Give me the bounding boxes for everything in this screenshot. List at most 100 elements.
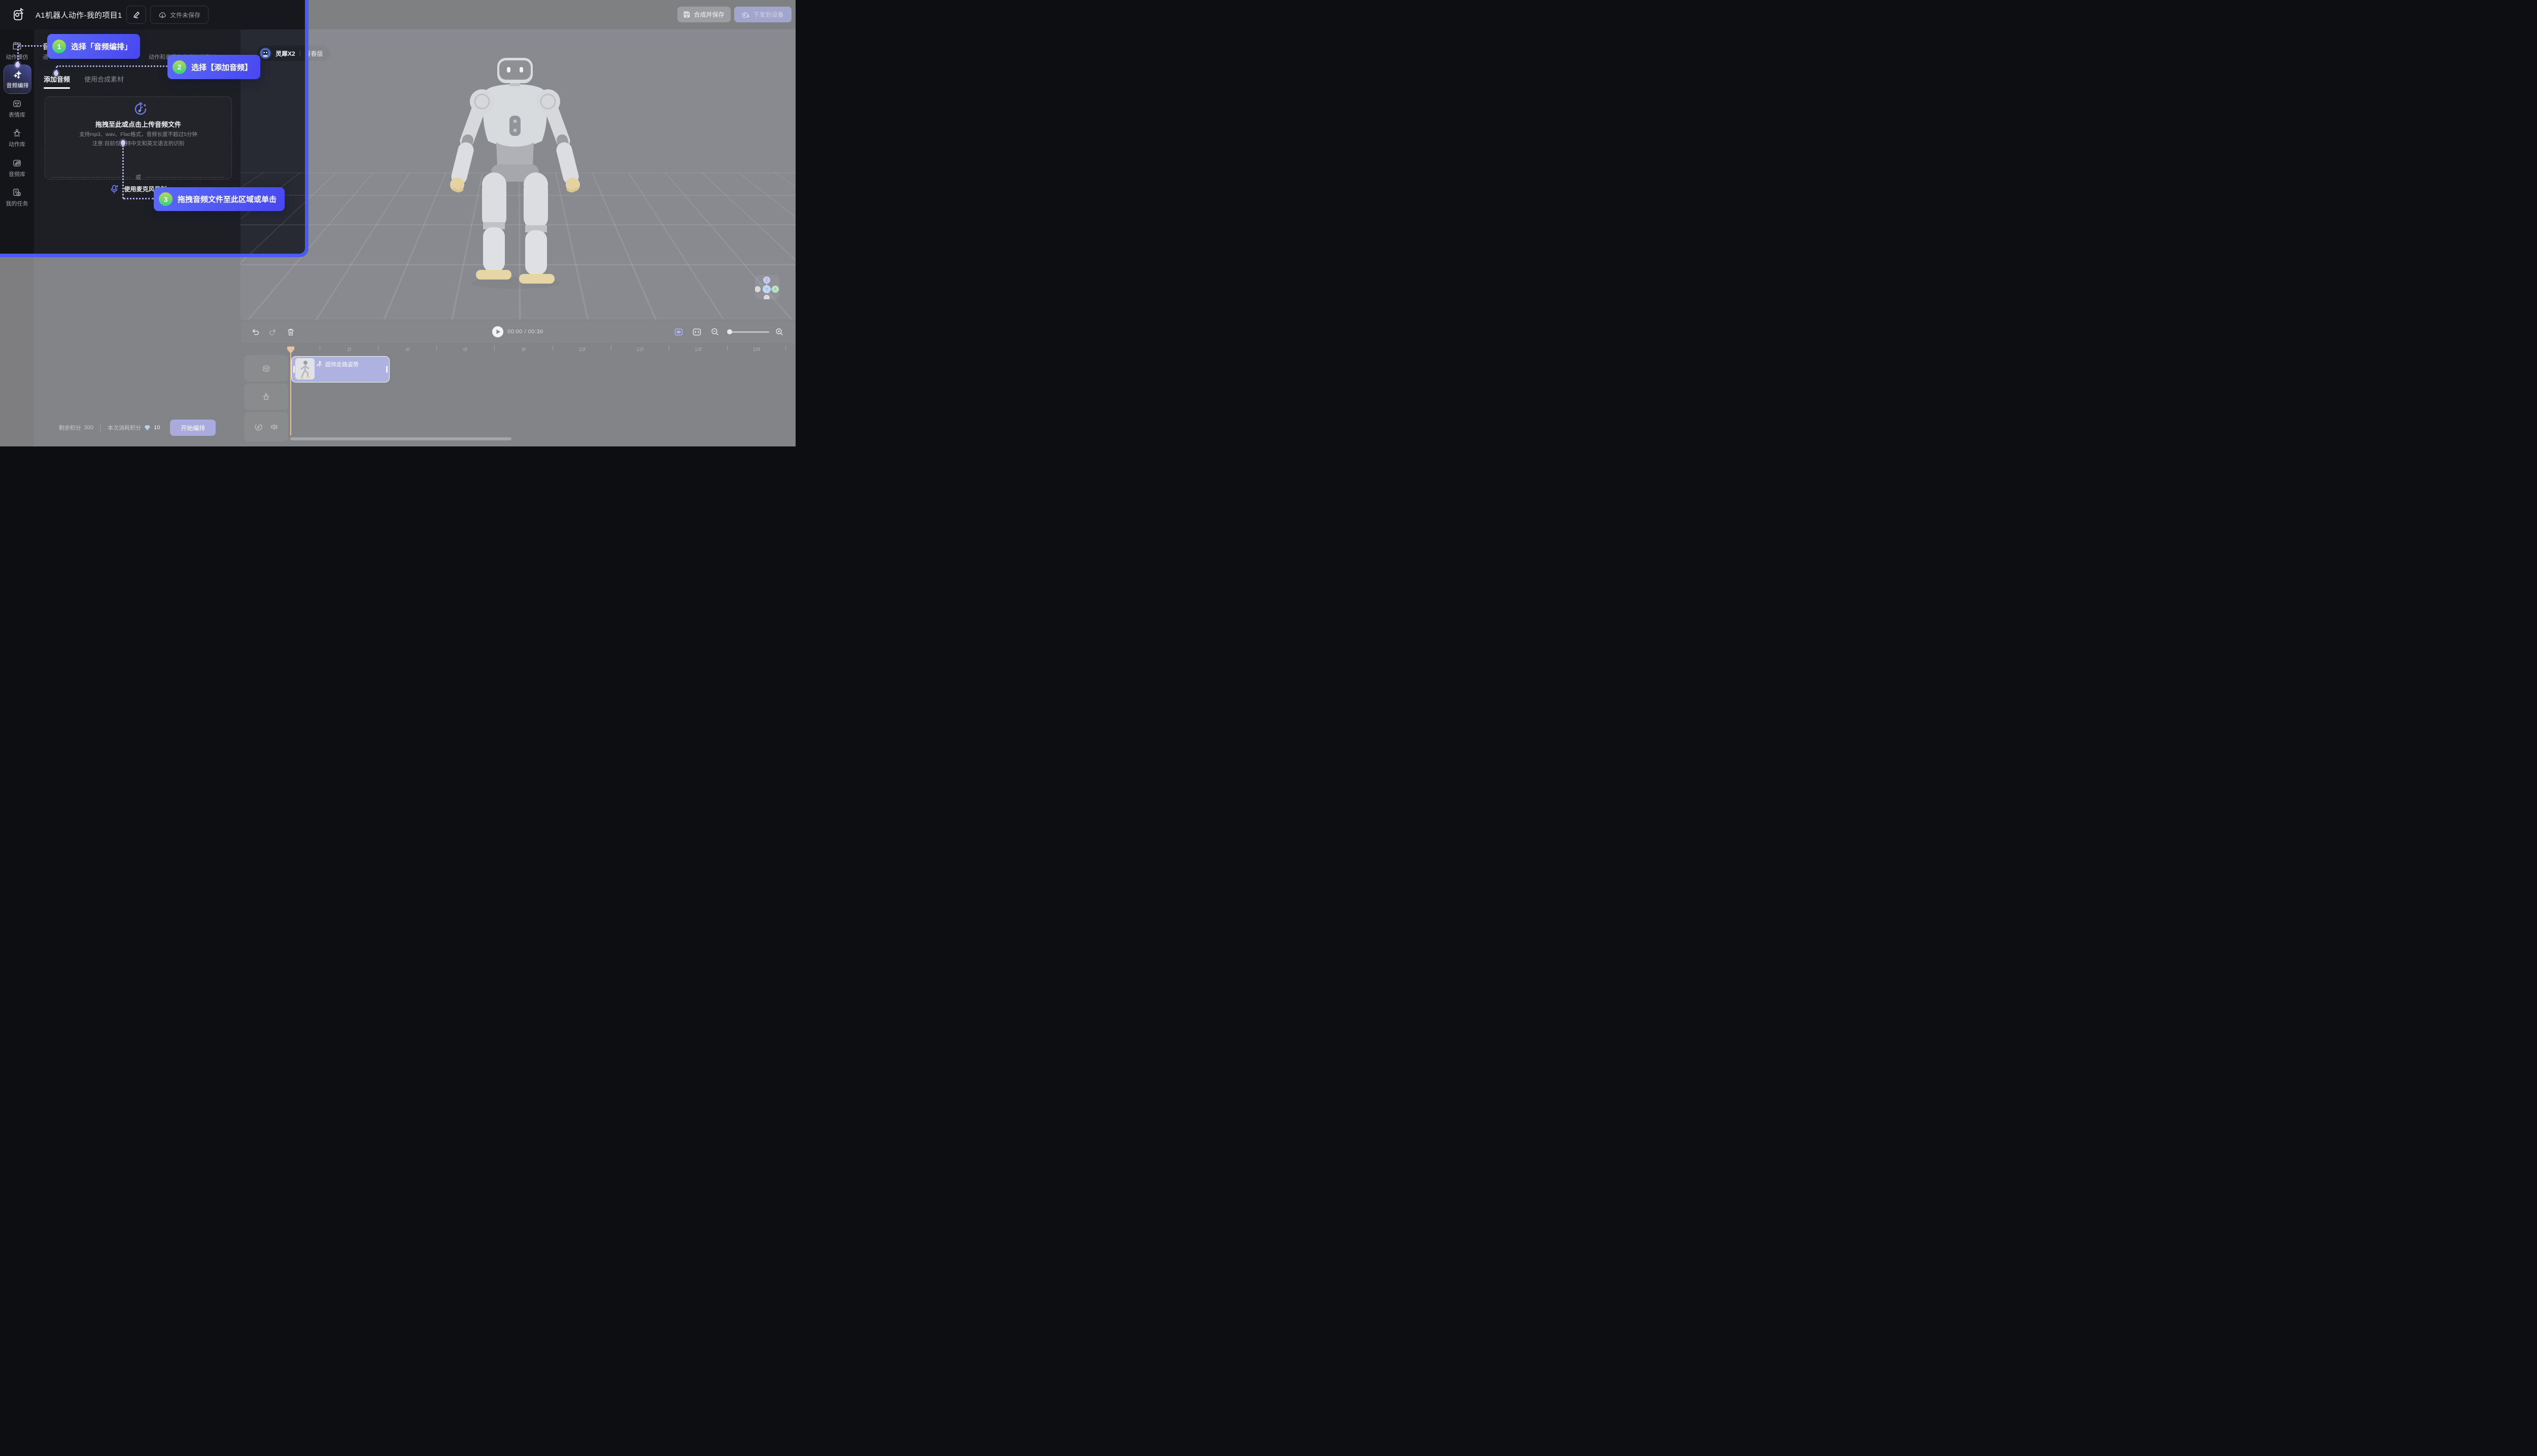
sidebar-item-audio-library[interactable]: 音频库 <box>0 155 34 181</box>
zoom-out-button[interactable] <box>708 325 722 338</box>
pencil-icon <box>133 11 140 18</box>
tutorial-step-1[interactable]: 1 选择「音频编排」 <box>47 34 140 59</box>
file-save-status[interactable]: 文件未保存 <box>150 6 209 24</box>
robot-download-icon <box>742 11 750 18</box>
ruler-tick <box>785 345 786 350</box>
tutorial-connector <box>123 198 154 199</box>
track-audio[interactable] <box>244 412 288 441</box>
ruler-label: 16f <box>749 347 764 353</box>
clip-trim-handle-left[interactable] <box>293 366 295 373</box>
play-button[interactable] <box>491 325 504 338</box>
credits-remaining-value: 300 <box>84 425 93 431</box>
time-display: 00:00 / 00:30 <box>507 329 543 335</box>
timeline-panel: 00:00 / 00:30 <box>241 320 796 446</box>
tutorial-step-2[interactable]: 2 选择【添加音频】 <box>167 55 260 79</box>
synthesize-save-button[interactable]: 合成并保存 <box>677 7 731 22</box>
tutorial-connector <box>18 45 48 47</box>
step-label: 选择「音频编排」 <box>71 41 132 52</box>
undo-button[interactable] <box>249 325 262 338</box>
redo-button[interactable] <box>266 325 279 338</box>
fit-timeline-button[interactable] <box>690 325 703 338</box>
credit-gem-icon <box>144 425 151 431</box>
footer-divider: | <box>99 423 101 432</box>
app-logo-icon <box>13 8 24 21</box>
timeline-zoom-slider[interactable] <box>728 331 769 333</box>
track-expression[interactable] <box>244 355 288 382</box>
ruler-tick <box>378 345 379 350</box>
sidebar-item-label: 表情库 <box>9 111 25 119</box>
synthesize-save-label: 合成并保存 <box>694 10 724 19</box>
divider-line <box>52 177 130 178</box>
divider-line <box>146 177 224 178</box>
timeline-view-toggle[interactable] <box>672 325 685 338</box>
robot-model-chip[interactable]: 灵犀X2 | 青春版 <box>257 46 330 61</box>
gizmo-x-label: X <box>774 287 777 292</box>
person-icon <box>12 128 22 138</box>
microphone-icon <box>110 184 119 194</box>
audio-upload-dropzone[interactable]: 拖拽至此或点击上传音频文件 支持mp3、wav、Flac格式，音频长度不超过5分… <box>45 96 232 180</box>
tutorial-connector <box>57 65 167 67</box>
tab-use-synth-material[interactable]: 使用合成素材 <box>84 74 124 89</box>
track-motion[interactable] <box>244 384 288 410</box>
sidebar-item-my-tasks[interactable]: 我的任务 <box>0 184 34 211</box>
timeline-controls-bar: 00:00 / 00:30 <box>241 321 796 343</box>
gizmo-neg-x <box>755 286 761 292</box>
rename-button[interactable] <box>126 6 146 24</box>
ruler-label: 4f <box>400 347 415 353</box>
sparkles-icon <box>13 70 22 79</box>
ruler-tick <box>436 345 437 350</box>
gizmo-neg-z <box>764 295 770 299</box>
sidebar-item-audio-arrange[interactable]: 音频编排 <box>4 64 31 94</box>
clip-thumbnail <box>295 358 315 379</box>
robot-face-icon <box>12 99 22 109</box>
expression-track-icon <box>262 364 270 373</box>
step-number-badge: 3 <box>159 192 173 206</box>
sidebar-item-label: 动作库 <box>9 140 25 148</box>
chip-divider: | <box>299 50 301 56</box>
music-library-icon <box>12 158 22 168</box>
zoom-in-button[interactable] <box>773 325 786 338</box>
save-status-label: 文件未保存 <box>170 11 200 19</box>
tutorial-connector <box>17 46 19 63</box>
ruler-label: 2f <box>341 347 357 353</box>
task-list-icon <box>12 188 22 197</box>
axis-gizmo[interactable]: Z X Y <box>755 275 779 299</box>
sidebar-item-expression-library[interactable]: 表情库 <box>0 95 34 122</box>
tutorial-dot-sidebar <box>15 62 20 67</box>
clip-trim-handle-right[interactable] <box>386 366 388 373</box>
credits-cost-value: 10 <box>154 425 160 431</box>
sidebar-item-label: 音频编排 <box>7 81 29 89</box>
zoom-slider-knob[interactable] <box>727 329 732 334</box>
sidebar-item-motion-library[interactable]: 动作库 <box>0 125 34 151</box>
volume-icon[interactable] <box>270 423 279 431</box>
tutorial-dot-upload <box>121 140 125 146</box>
ruler-label: 10f <box>574 347 590 353</box>
timeline-clip-walk[interactable]: 超帅走路姿势 <box>291 356 390 383</box>
tab-add-audio[interactable]: 添加音频 <box>44 74 70 89</box>
gizmo-y-label: Y <box>765 287 768 292</box>
step-number-badge: 1 <box>52 40 66 53</box>
step-label: 拖拽音频文件至此区域或单击 <box>178 194 277 204</box>
ruler-tick <box>494 345 495 350</box>
tutorial-step-3[interactable]: 3 拖拽音频文件至此区域或单击 <box>154 187 285 211</box>
robot-model <box>447 47 584 290</box>
deploy-device-button[interactable]: 下发到设备 <box>734 7 792 22</box>
robot-name: 灵犀X2 <box>276 49 295 58</box>
ruler-tick <box>727 345 728 350</box>
ruler-label: 6f <box>458 347 473 353</box>
audio-track-icon <box>254 423 263 431</box>
gizmo-z-label: Z <box>766 278 768 283</box>
ruler-label: 14f <box>691 347 706 353</box>
motion-track-icon <box>262 393 270 401</box>
timeline-scrollbar[interactable] <box>290 437 511 440</box>
or-label: 或 <box>135 173 141 181</box>
upload-format-hint: 支持mp3、wav、Flac格式，音频长度不超过5分钟 <box>45 130 231 138</box>
delete-clip-button[interactable] <box>284 325 297 338</box>
robot-viewport[interactable]: 灵犀X2 | 青春版 Z X Y <box>241 29 796 320</box>
start-arrange-button[interactable]: 开始编排 <box>170 420 216 436</box>
deploy-device-label: 下发到设备 <box>753 10 783 19</box>
project-title: A1机器人动作-我的项目1 <box>36 10 122 20</box>
sidebar: 动作模仿 音频编排 表情库 动作库 <box>0 29 34 446</box>
tutorial-connector <box>122 146 124 198</box>
upload-title: 拖拽至此或点击上传音频文件 <box>45 119 231 129</box>
